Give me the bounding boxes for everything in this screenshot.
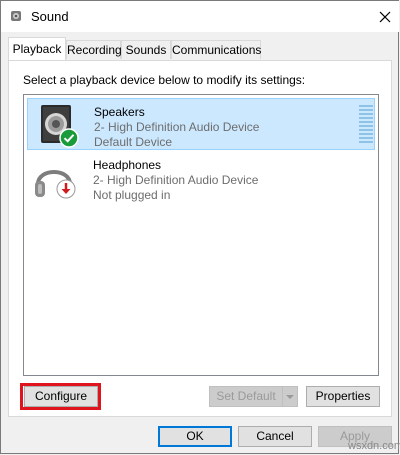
device-name: Speakers bbox=[94, 105, 145, 119]
playback-panel: Select a playback device below to modify… bbox=[8, 60, 392, 417]
ok-button[interactable]: OK bbox=[158, 426, 232, 447]
chevron-down-icon bbox=[286, 395, 294, 399]
sound-dialog: Sound Playback Recording Sounds Communic… bbox=[0, 0, 399, 454]
tab-recording[interactable]: Recording bbox=[66, 40, 122, 59]
tab-playback[interactable]: Playback bbox=[8, 37, 66, 60]
tab-sounds[interactable]: Sounds bbox=[121, 40, 171, 59]
down-arrow-icon bbox=[56, 179, 76, 199]
device-item-speakers[interactable]: Speakers 2- High Definition Audio Device… bbox=[27, 98, 375, 150]
device-name: Headphones bbox=[93, 158, 162, 172]
window-title: Sound bbox=[31, 9, 69, 24]
configure-label: Configure bbox=[34, 389, 88, 403]
device-status: Default Device bbox=[94, 135, 173, 149]
set-default-label: Set Default bbox=[216, 389, 276, 403]
check-icon bbox=[59, 128, 79, 148]
set-default-dropdown-button[interactable] bbox=[282, 386, 298, 407]
device-status: Not plugged in bbox=[93, 188, 171, 202]
cancel-button[interactable]: Cancel bbox=[238, 426, 312, 447]
device-item-headphones[interactable]: Headphones 2- High Definition Audio Devi… bbox=[27, 152, 375, 204]
cancel-label: Cancel bbox=[256, 429, 294, 443]
device-list[interactable]: Speakers 2- High Definition Audio Device… bbox=[23, 94, 379, 376]
watermark: wsxdn.com bbox=[348, 440, 400, 452]
device-driver: 2- High Definition Audio Device bbox=[94, 120, 260, 134]
tab-communications[interactable]: Communications bbox=[171, 40, 261, 59]
close-button[interactable] bbox=[375, 7, 395, 27]
ok-label: OK bbox=[186, 429, 204, 443]
properties-button[interactable]: Properties bbox=[306, 386, 380, 407]
set-default-button[interactable]: Set Default bbox=[209, 386, 283, 407]
device-driver: 2- High Definition Audio Device bbox=[93, 173, 259, 187]
instruction-text: Select a playback device below to modify… bbox=[23, 73, 306, 87]
volume-meter bbox=[359, 105, 373, 145]
speaker-icon bbox=[11, 11, 21, 21]
properties-label: Properties bbox=[315, 389, 371, 403]
title-bar: Sound bbox=[1, 1, 399, 32]
configure-button[interactable]: Configure bbox=[24, 386, 98, 407]
close-icon bbox=[379, 11, 391, 23]
